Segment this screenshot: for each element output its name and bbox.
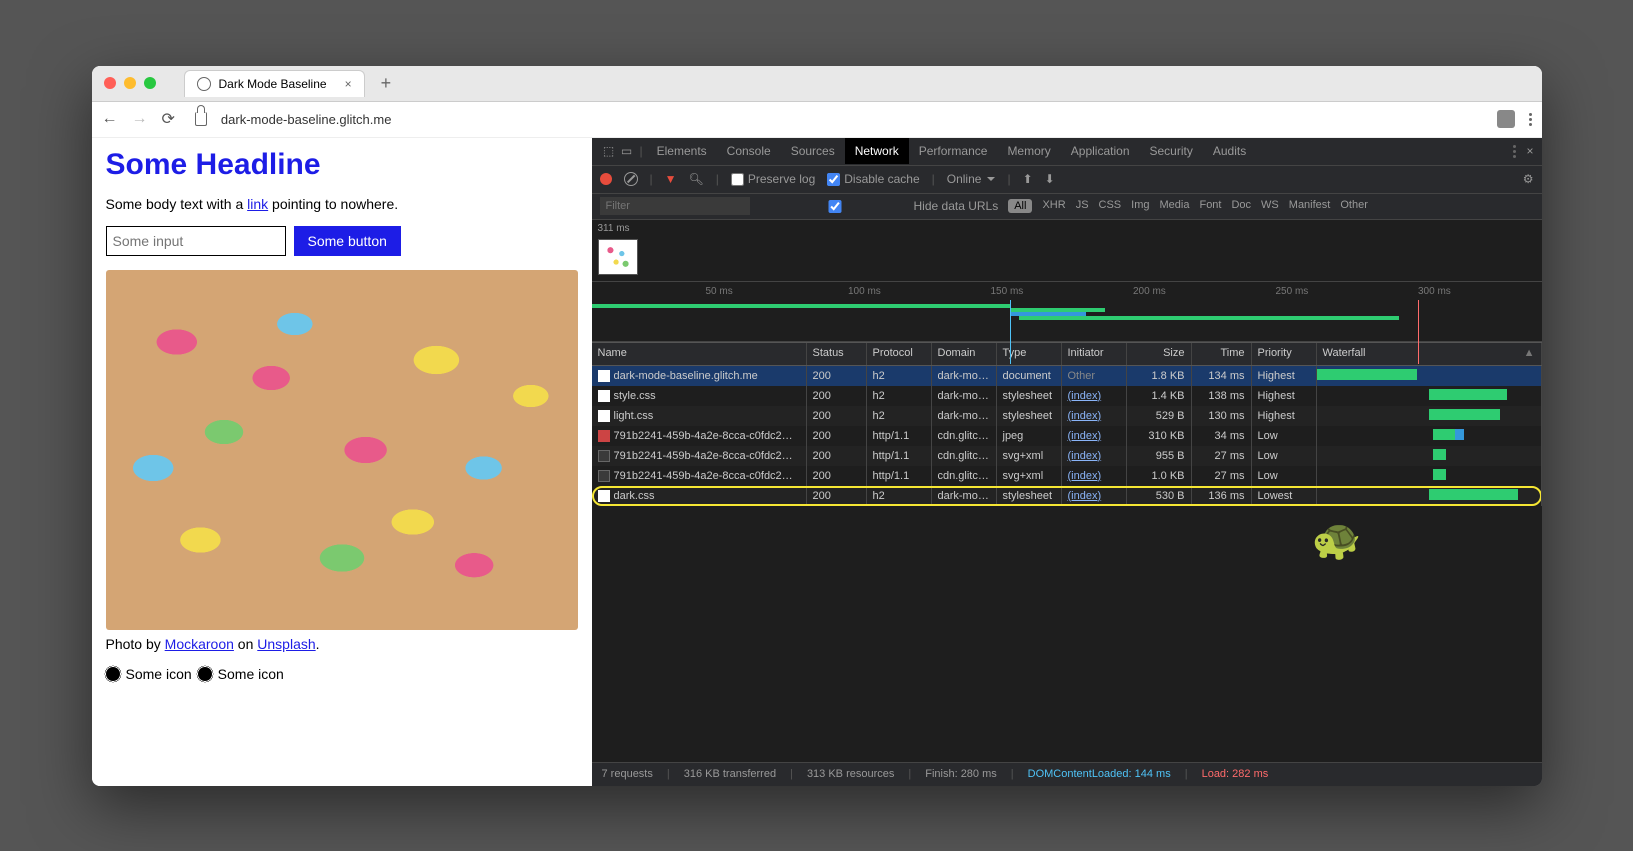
filter-type-all[interactable]: All xyxy=(1008,199,1032,213)
devtools-tab-security[interactable]: Security xyxy=(1140,138,1203,164)
inspect-element-icon[interactable]: ⬚ xyxy=(600,144,618,158)
network-table-body[interactable]: dark-mode-baseline.glitch.me200h2dark-mo… xyxy=(592,366,1542,762)
url-text[interactable]: dark-mode-baseline.glitch.me xyxy=(221,112,392,127)
download-har-icon[interactable]: ⬇ xyxy=(1045,172,1055,186)
load-time: Load: 282 ms xyxy=(1202,768,1269,780)
maximize-window-button[interactable] xyxy=(144,77,156,89)
browser-menu-button[interactable] xyxy=(1529,113,1532,126)
author-link[interactable]: Mockaroon xyxy=(165,636,234,652)
devtools-tabs: ⬚ ▭ | ElementsConsoleSourcesNetworkPerfo… xyxy=(592,138,1542,166)
text-input[interactable] xyxy=(106,226,286,256)
reload-button[interactable]: ⟳ xyxy=(162,109,175,129)
submit-button[interactable]: Some button xyxy=(294,226,401,256)
new-tab-button[interactable]: + xyxy=(381,73,392,94)
rendered-page: Some Headline Some body text with a link… xyxy=(92,138,592,786)
filter-input[interactable] xyxy=(600,197,750,215)
overview-thumbnail xyxy=(598,239,638,275)
devtools-tab-performance[interactable]: Performance xyxy=(909,138,998,164)
upload-har-icon[interactable]: ⬆ xyxy=(1023,172,1033,186)
hide-data-urls-checkbox[interactable]: Hide data URLs xyxy=(760,199,999,213)
network-row[interactable]: dark.css200h2dark-mo…stylesheet(index)53… xyxy=(592,486,1542,506)
address-bar: ← → ⟳ dark-mode-baseline.glitch.me xyxy=(92,102,1542,138)
network-status-bar: 7 requests| 316 KB transferred| 313 KB r… xyxy=(592,762,1542,786)
devtools-tab-elements[interactable]: Elements xyxy=(647,138,717,164)
devtools-menu-icon[interactable] xyxy=(1513,145,1516,158)
filter-type-other[interactable]: Other xyxy=(1340,199,1368,213)
network-row[interactable]: 791b2241-459b-4a2e-8cca-c0fdc2…200http/1… xyxy=(592,446,1542,466)
overview-strip: 311 ms xyxy=(592,220,1542,282)
site-link[interactable]: Unsplash xyxy=(257,636,315,652)
titlebar: Dark Mode Baseline × + xyxy=(92,66,1542,102)
filter-type-manifest[interactable]: Manifest xyxy=(1289,199,1331,213)
back-button[interactable]: ← xyxy=(102,110,118,128)
photo-caption: Photo by Mockaroon on Unsplash. xyxy=(106,636,578,652)
record-button[interactable] xyxy=(600,173,612,185)
bulb-dark-icon xyxy=(106,667,120,681)
devtools-tab-application[interactable]: Application xyxy=(1061,138,1140,164)
overview-time-label: 311 ms xyxy=(592,220,1542,237)
form-row: Some button xyxy=(106,226,578,256)
bulb-light-icon xyxy=(198,667,212,681)
traffic-lights xyxy=(104,77,156,89)
throttle-select[interactable]: Online xyxy=(947,172,996,186)
filter-type-css[interactable]: CSS xyxy=(1099,199,1122,213)
content-area: Some Headline Some body text with a link… xyxy=(92,138,1542,786)
devtools-tab-audits[interactable]: Audits xyxy=(1203,138,1256,164)
preserve-log-checkbox[interactable]: Preserve log xyxy=(731,172,815,186)
page-headline: Some Headline xyxy=(106,148,578,182)
devtools-tab-sources[interactable]: Sources xyxy=(781,138,845,164)
filter-type-xhr[interactable]: XHR xyxy=(1042,199,1065,213)
devtools-panel: ⬚ ▭ | ElementsConsoleSourcesNetworkPerfo… xyxy=(592,138,1542,786)
resources-size: 313 KB resources xyxy=(807,768,894,780)
network-row[interactable]: 791b2241-459b-4a2e-8cca-c0fdc2…200http/1… xyxy=(592,466,1542,486)
disable-cache-checkbox[interactable]: Disable cache xyxy=(827,172,919,186)
device-toggle-icon[interactable]: ▭ xyxy=(618,144,636,158)
browser-tab[interactable]: Dark Mode Baseline × xyxy=(184,70,365,97)
browser-window: Dark Mode Baseline × + ← → ⟳ dark-mode-b… xyxy=(92,66,1542,786)
transferred-size: 316 KB transferred xyxy=(684,768,776,780)
body-link[interactable]: link xyxy=(247,196,268,212)
filter-toggle-icon[interactable]: ▼ xyxy=(665,172,677,186)
filter-type-media[interactable]: Media xyxy=(1160,199,1190,213)
minimize-window-button[interactable] xyxy=(124,77,136,89)
icon-row: Some icon Some icon xyxy=(106,666,578,682)
finish-time: Finish: 280 ms xyxy=(925,768,997,780)
network-row[interactable]: light.css200h2dark-mo…stylesheet(index)5… xyxy=(592,406,1542,426)
filter-type-img[interactable]: Img xyxy=(1131,199,1149,213)
dcl-time: DOMContentLoaded: 144 ms xyxy=(1028,768,1171,780)
settings-icon[interactable]: ⚙ xyxy=(1523,172,1534,186)
close-window-button[interactable] xyxy=(104,77,116,89)
devtools-tab-network[interactable]: Network xyxy=(845,138,909,164)
devtools-tab-memory[interactable]: Memory xyxy=(997,138,1060,164)
devtools-tab-console[interactable]: Console xyxy=(717,138,781,164)
network-filter-bar: Hide data URLs All XHR JS CSS Img Media Font Do… xyxy=(592,194,1542,220)
request-count: 7 requests xyxy=(602,768,653,780)
devtools-close-icon[interactable]: × xyxy=(1526,144,1533,158)
clear-button[interactable] xyxy=(624,172,638,186)
network-toolbar: | ▼ 🔍︎ | Preserve log Disable cache | On… xyxy=(592,166,1542,194)
extension-icon[interactable] xyxy=(1497,110,1515,128)
network-row[interactable]: style.css200h2dark-mo…stylesheet(index)1… xyxy=(592,386,1542,406)
filter-type-font[interactable]: Font xyxy=(1199,199,1221,213)
filter-type-doc[interactable]: Doc xyxy=(1231,199,1251,213)
hero-image xyxy=(106,270,578,630)
lock-icon[interactable] xyxy=(195,112,207,126)
body-text: Some body text with a link pointing to n… xyxy=(106,196,578,212)
turtle-emoji: 🐢 xyxy=(1312,516,1362,563)
network-row[interactable]: dark-mode-baseline.glitch.me200h2dark-mo… xyxy=(592,366,1542,386)
close-tab-icon[interactable]: × xyxy=(345,77,352,91)
timeline[interactable]: 50 ms100 ms150 ms200 ms250 ms300 ms xyxy=(592,282,1542,342)
network-row[interactable]: 791b2241-459b-4a2e-8cca-c0fdc2…200http/1… xyxy=(592,426,1542,446)
search-icon[interactable]: 🔍︎ xyxy=(689,172,704,186)
forward-button[interactable]: → xyxy=(132,110,148,128)
globe-icon xyxy=(197,77,211,91)
network-table-header[interactable]: Name Status Protocol Domain Type Initiat… xyxy=(592,342,1542,366)
tab-title: Dark Mode Baseline xyxy=(219,77,327,91)
filter-type-js[interactable]: JS xyxy=(1076,199,1089,213)
filter-type-ws[interactable]: WS xyxy=(1261,199,1279,213)
